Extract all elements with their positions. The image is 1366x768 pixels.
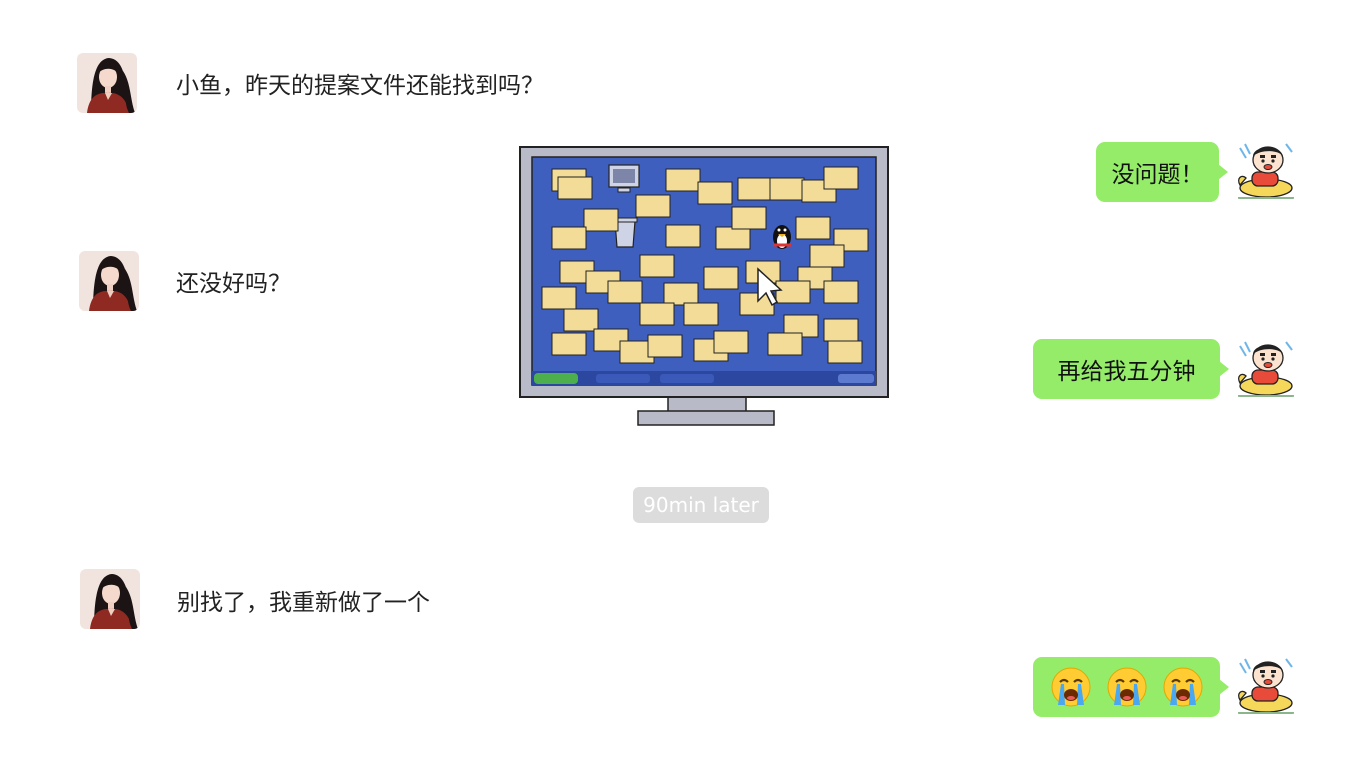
message-incoming-2: 还没好吗？ bbox=[176, 271, 291, 297]
avatar-shinchan[interactable] bbox=[1236, 655, 1296, 715]
message-incoming-1: 小鱼，昨天的提案文件还能找到吗？ bbox=[176, 73, 544, 99]
message-incoming-3: 别找了，我重新做了一个 bbox=[177, 590, 430, 616]
message-outgoing-2[interactable]: 再给我五分钟 bbox=[1033, 339, 1229, 399]
loudly-crying-face-icon bbox=[1107, 667, 1146, 707]
avatar-shinchan[interactable] bbox=[1236, 140, 1296, 200]
message-outgoing-1-text: 没问题！ bbox=[1111, 162, 1204, 188]
message-outgoing-3[interactable] bbox=[1033, 657, 1229, 717]
message-outgoing-1[interactable]: 没问题！ bbox=[1096, 142, 1228, 202]
avatar-girl[interactable] bbox=[80, 569, 140, 629]
monitor-illustration bbox=[518, 145, 890, 434]
avatar-shinchan[interactable] bbox=[1236, 338, 1296, 398]
cluttered-desktop-illustration bbox=[519, 146, 889, 426]
loudly-crying-face-icon bbox=[1163, 667, 1202, 707]
loudly-crying-face-icon bbox=[1051, 667, 1090, 707]
message-outgoing-2-text: 再给我五分钟 bbox=[1057, 359, 1196, 385]
avatar-girl[interactable] bbox=[79, 251, 139, 311]
avatar-girl[interactable] bbox=[77, 53, 137, 113]
timestamp-divider: 90min later bbox=[633, 487, 769, 523]
